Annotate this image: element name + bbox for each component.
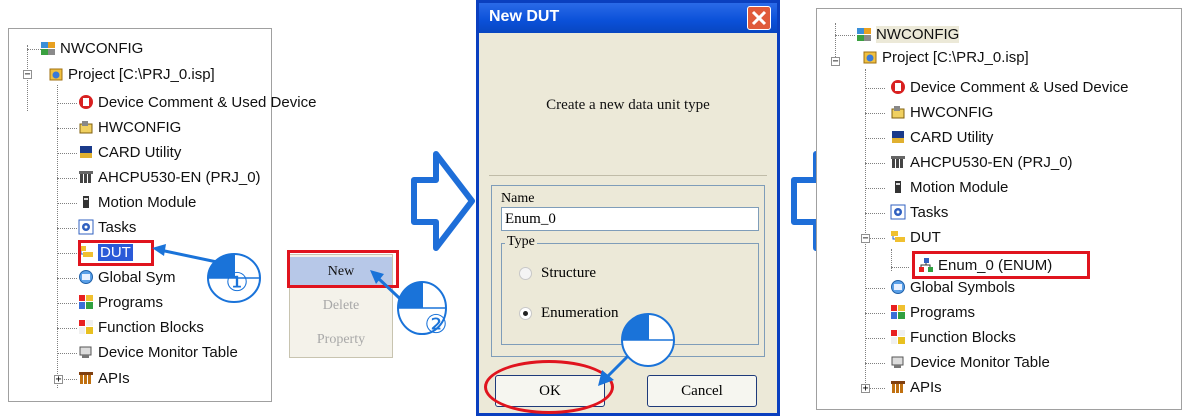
card-utility-icon — [78, 144, 94, 160]
right-tree-panel: − − + — [816, 8, 1182, 410]
tree-item[interactable]: Device Comment & Used Device — [78, 91, 316, 113]
function-blocks-icon — [890, 329, 906, 345]
cpu-icon — [890, 154, 906, 170]
tree-item[interactable]: NWCONFIG — [40, 37, 143, 59]
tree-item-label: APIs — [910, 378, 942, 396]
mouse-pointer-icon-3 — [598, 313, 675, 386]
expand-toggle[interactable]: + — [861, 384, 870, 394]
tree-item[interactable]: Project [C:\PRJ_0.isp] — [48, 63, 215, 85]
tree-item-label: Motion Module — [910, 178, 1009, 196]
nwconfig-icon — [40, 40, 56, 56]
hwconfig-icon — [78, 119, 94, 135]
tree-item-label: Programs — [910, 303, 976, 321]
project-icon — [48, 66, 64, 82]
structure-label: Structure — [541, 265, 596, 281]
tree-item[interactable]: CARD Utility — [890, 126, 993, 148]
enumeration-radio[interactable] — [519, 307, 532, 320]
tree-item[interactable]: APIs — [890, 376, 942, 398]
device-comment-icon — [78, 94, 94, 110]
tree-item-label: Project [C:\PRJ_0.isp] — [882, 48, 1029, 66]
tree-item-label: DUT — [910, 228, 941, 246]
programs-icon — [890, 304, 906, 320]
step-marker-2: ② — [424, 310, 448, 340]
tree-item-label: Device Monitor Table — [98, 343, 238, 361]
tree-item[interactable]: Function Blocks — [890, 326, 1016, 348]
nwconfig-icon — [856, 26, 872, 42]
close-icon — [751, 10, 767, 26]
tree-item[interactable]: Programs — [890, 301, 975, 323]
tree-item-label: AHCPU530-EN (PRJ_0) — [910, 153, 1073, 171]
tree-item[interactable]: Device Comment & Used Device — [890, 76, 1128, 98]
tree-item[interactable]: CARD Utility — [78, 141, 181, 163]
tree-item-label: Tasks — [910, 203, 949, 221]
card-utility-icon — [890, 129, 906, 145]
tree-item-label: CARD Utility — [910, 128, 994, 146]
dialog-description: Create a new data unit type — [546, 97, 710, 113]
tree-item-label: AHCPU530-EN (PRJ_0) — [98, 168, 261, 186]
apis-icon — [890, 379, 906, 395]
tree-item[interactable]: Device Monitor Table — [890, 351, 1050, 373]
tree-item[interactable]: Tasks — [78, 216, 136, 238]
tree-item-label: Device Comment & Used Device — [98, 93, 317, 111]
name-label: Name — [501, 191, 535, 206]
tasks-icon — [78, 219, 94, 235]
tree-item-label: Project [C:\PRJ_0.isp] — [68, 65, 215, 83]
hwconfig-icon — [890, 104, 906, 120]
dut-icon — [890, 229, 906, 245]
tree-item[interactable]: AHCPU530-EN (PRJ_0) — [78, 166, 261, 188]
tree-item-label: Device Comment & Used Device — [910, 78, 1129, 96]
tree-item[interactable]: APIs — [78, 367, 130, 389]
function-blocks-icon — [78, 319, 94, 335]
tree-item-label: Function Blocks — [98, 318, 204, 336]
structure-radio[interactable] — [519, 267, 532, 280]
device-monitor-icon — [78, 344, 94, 360]
tree-item-label: CARD Utility — [98, 143, 182, 161]
tree-item-label: HWCONFIG — [98, 118, 182, 136]
tree-item-label: HWCONFIG — [910, 103, 994, 121]
name-input[interactable]: Enum_0 — [501, 207, 759, 231]
project-icon — [862, 49, 878, 65]
collapse-toggle[interactable]: − — [23, 70, 32, 80]
tree-item[interactable]: Motion Module — [890, 176, 1008, 198]
tree-item-label: NWCONFIG — [60, 39, 144, 57]
tree-item[interactable]: Project [C:\PRJ_0.isp] — [862, 46, 1029, 68]
tree-item-label: Tasks — [98, 218, 137, 236]
tree-item[interactable]: NWCONFIG — [856, 23, 960, 45]
tree-item[interactable]: Function Blocks — [78, 316, 204, 338]
device-comment-icon — [890, 79, 906, 95]
tree-item[interactable]: Global Symbols — [890, 276, 1015, 298]
motion-module-icon — [890, 179, 906, 195]
tree-item[interactable]: DUT — [890, 226, 941, 248]
tree-item-label: Motion Module — [98, 193, 197, 211]
global-symbols-icon — [890, 279, 906, 295]
tree-item[interactable]: Device Monitor Table — [78, 341, 238, 363]
tree-item[interactable]: Motion Module — [78, 191, 196, 213]
step-marker-1: ① — [225, 268, 249, 298]
flow-arrow-1 — [411, 151, 475, 251]
programs-icon — [78, 294, 94, 310]
device-monitor-icon — [890, 354, 906, 370]
motion-module-icon — [78, 194, 94, 210]
tree-item-label: Global Symbols — [910, 278, 1016, 296]
collapse-toggle[interactable]: − — [831, 57, 840, 67]
type-label: Type — [505, 234, 537, 250]
close-button[interactable] — [747, 6, 771, 30]
tree-item[interactable]: HWCONFIG — [890, 101, 993, 123]
dialog-title: New DUT — [489, 8, 560, 25]
enum-highlight-box — [912, 251, 1090, 279]
tree-item-label: Device Monitor Table — [910, 353, 1050, 371]
global-symbols-icon — [78, 269, 94, 285]
tree-item-label: Function Blocks — [910, 328, 1016, 346]
tree-item-label: NWCONFIG — [876, 25, 960, 43]
tasks-icon — [890, 204, 906, 220]
dut-highlight-box — [78, 240, 154, 266]
collapse-toggle[interactable]: − — [861, 234, 870, 244]
expand-toggle[interactable]: + — [54, 375, 63, 385]
tree-item[interactable]: HWCONFIG — [78, 116, 181, 138]
cpu-icon — [78, 169, 94, 185]
apis-icon — [78, 370, 94, 386]
tree-item-label: APIs — [98, 369, 130, 387]
tree-item[interactable]: AHCPU530-EN (PRJ_0) — [890, 151, 1073, 173]
tree-item[interactable]: Tasks — [890, 201, 948, 223]
